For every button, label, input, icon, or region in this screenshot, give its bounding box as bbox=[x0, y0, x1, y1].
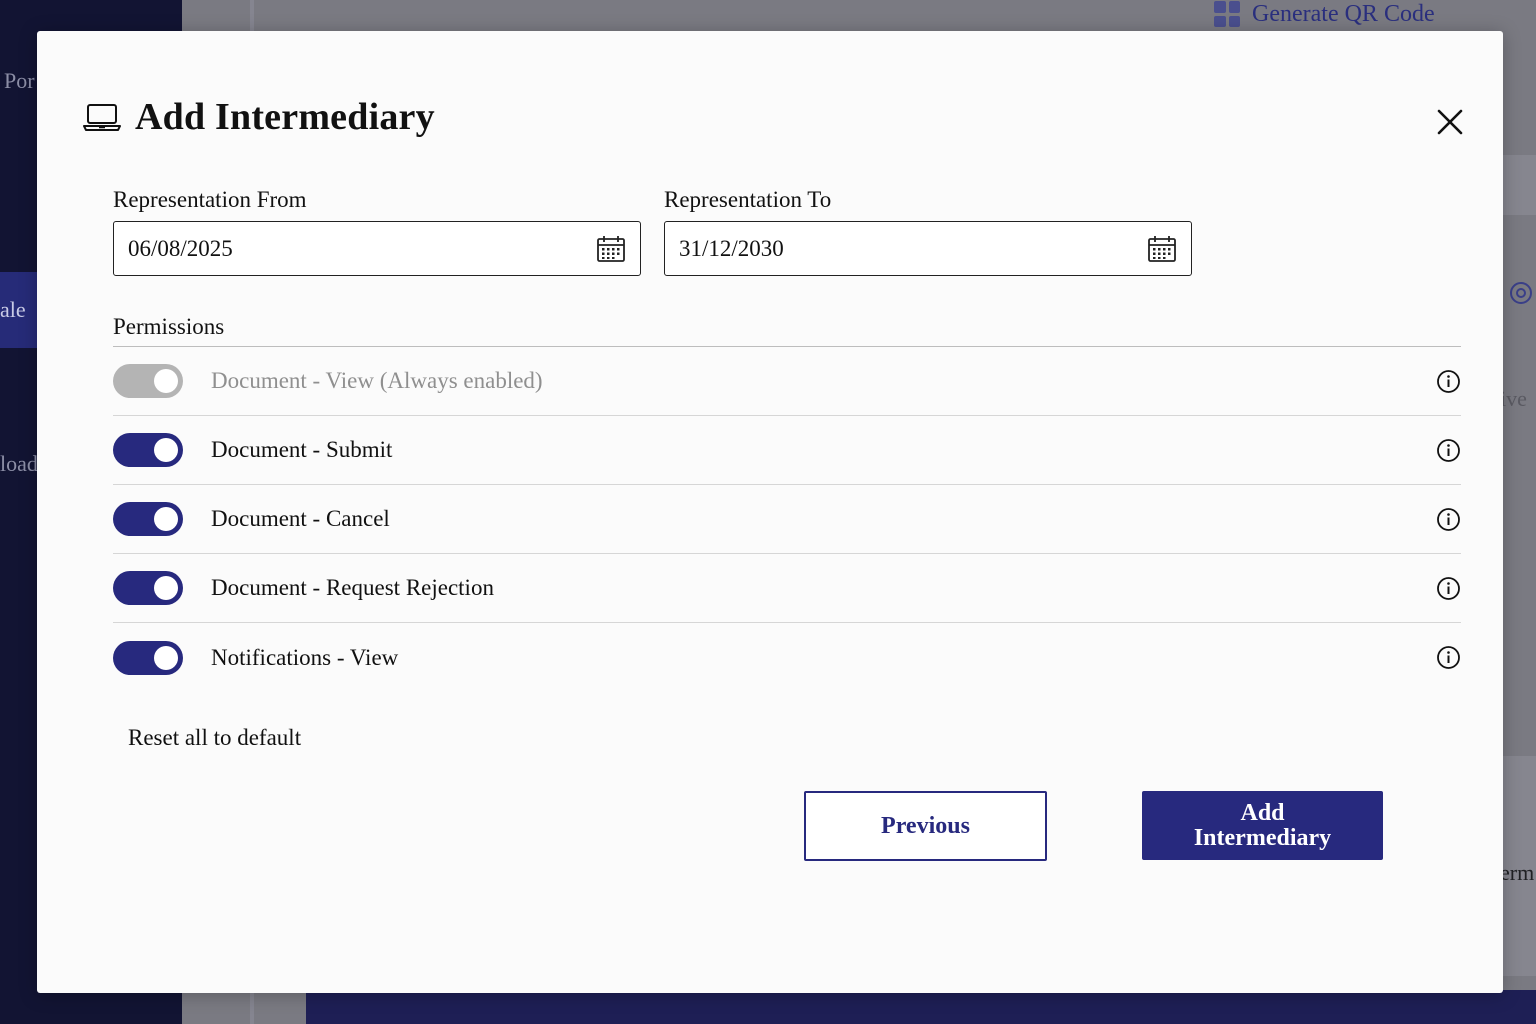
dialog-header: Add Intermediary bbox=[83, 95, 435, 139]
permission-label: Document - Request Rejection bbox=[211, 575, 494, 600]
permission-toggle-document-request-rejection[interactable] bbox=[113, 571, 183, 605]
background-card bbox=[1503, 155, 1536, 215]
representation-to-input[interactable]: 31/12/2030 bbox=[664, 221, 1192, 276]
background-sidebar-text: Por bbox=[4, 68, 35, 93]
close-icon[interactable] bbox=[1433, 105, 1467, 139]
permission-toggle-document-view bbox=[113, 364, 183, 398]
info-icon[interactable] bbox=[1436, 438, 1461, 463]
permission-row: Document - Submit bbox=[113, 416, 1461, 485]
representation-from-label: Representation From bbox=[113, 187, 307, 212]
permissions-list: Document - View (Always enabled) Documen… bbox=[113, 346, 1461, 692]
representation-to-label: Representation To bbox=[664, 187, 832, 212]
generate-qr-label: Generate QR Code bbox=[1252, 0, 1435, 27]
qr-code-icon bbox=[1214, 1, 1240, 27]
info-icon[interactable] bbox=[1436, 645, 1461, 670]
permissions-title: Permissions bbox=[113, 314, 225, 339]
background-sidebar-text: ale bbox=[0, 297, 26, 322]
permission-toggle-document-cancel[interactable] bbox=[113, 502, 183, 536]
permission-toggle-notifications-view[interactable] bbox=[113, 640, 183, 675]
gear-icon bbox=[1510, 282, 1532, 304]
background-text: ive bbox=[1500, 386, 1527, 411]
laptop-icon bbox=[83, 104, 121, 131]
info-icon[interactable] bbox=[1436, 369, 1461, 394]
permission-row: Notifications - View bbox=[113, 623, 1461, 692]
background-text: erm bbox=[1500, 860, 1535, 885]
permission-label: Document - Cancel bbox=[211, 506, 390, 531]
calendar-icon[interactable] bbox=[1147, 235, 1177, 263]
add-intermediary-dialog: Add Intermediary Representation From 06/… bbox=[37, 31, 1503, 993]
add-intermediary-button[interactable]: Add Intermediary bbox=[1142, 791, 1383, 860]
calendar-icon[interactable] bbox=[596, 235, 626, 263]
dialog-title: Add Intermediary bbox=[135, 96, 435, 138]
permission-row: Document - Cancel bbox=[113, 485, 1461, 554]
representation-to-value: 31/12/2030 bbox=[679, 235, 784, 261]
permission-label: Document - Submit bbox=[211, 437, 393, 462]
permission-label: Notifications - View bbox=[211, 644, 399, 670]
generate-qr-button: Generate QR Code bbox=[1214, 0, 1435, 28]
permission-row: Document - View (Always enabled) bbox=[113, 347, 1461, 416]
previous-button[interactable]: Previous bbox=[804, 791, 1047, 861]
info-icon[interactable] bbox=[1436, 576, 1461, 601]
permission-row: Document - Request Rejection bbox=[113, 554, 1461, 623]
permission-toggle-document-submit[interactable] bbox=[113, 433, 183, 467]
representation-from-input[interactable]: 06/08/2025 bbox=[113, 221, 641, 276]
permission-label: Document - View (Always enabled) bbox=[211, 368, 543, 393]
reset-all-link[interactable]: Reset all to default bbox=[128, 725, 301, 751]
background-sidebar-text: load bbox=[0, 451, 38, 476]
representation-from-value: 06/08/2025 bbox=[128, 235, 233, 261]
info-icon[interactable] bbox=[1436, 507, 1461, 532]
add-intermediary-button-label: Add Intermediary bbox=[1193, 799, 1332, 851]
background-footer-bar bbox=[306, 990, 1536, 1024]
